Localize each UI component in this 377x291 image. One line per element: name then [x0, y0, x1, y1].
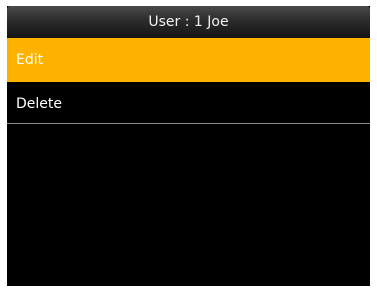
- menu-item-label: Edit: [16, 52, 44, 68]
- title-bar: User : 1 Joe: [7, 6, 370, 38]
- page-title: User : 1 Joe: [148, 14, 229, 30]
- menu-item-label: Delete: [16, 96, 62, 112]
- menu-divider: [7, 123, 370, 124]
- menu-item-delete[interactable]: Delete: [7, 82, 370, 126]
- menu-item-edit[interactable]: Edit: [7, 38, 370, 82]
- device-screen: User : 1 Joe Edit Delete: [7, 6, 370, 286]
